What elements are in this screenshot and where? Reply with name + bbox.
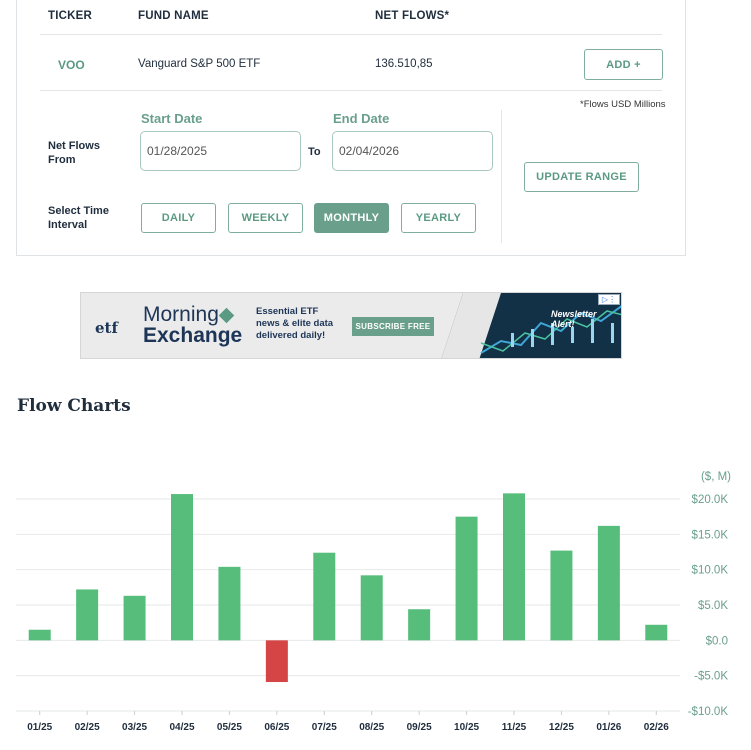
y-tick-label: $0.0 [706,635,728,647]
fund-name-cell: Vanguard S&P 500 ETF [138,58,261,70]
section-title: Flow Charts [17,396,131,416]
bar [218,566,241,641]
header-net-flows: NET FLOWS* [375,10,450,22]
net-flows-cell: 136.510,85 [375,58,433,70]
bar [171,494,193,641]
filter-divider [501,110,502,243]
header-fund-name: FUND NAME [138,10,209,22]
bar [76,589,99,641]
bar [455,516,478,641]
ad-etf-logo: etf [95,319,118,337]
x-tick-label: 07/25 [312,722,337,733]
start-date-input[interactable]: 01/28/2025 [140,131,301,171]
x-tick-label: 04/25 [169,722,194,733]
x-tick-label: 06/25 [264,722,289,733]
net-flows-from-label: Net Flows From [48,140,100,166]
x-tick-label: 09/25 [407,722,432,733]
x-tick-label: 11/25 [502,722,527,733]
x-tick-label: 01/26 [596,722,621,733]
bar [597,525,620,641]
bar [550,550,573,641]
ad-subscribe-button[interactable]: SUBSCRIBE FREE [352,317,434,336]
bar [313,552,336,641]
flow-chart: $20.0K $15.0K $10.0K $5.0K $0.0 -$5.0K -$10.0K… [16,471,731,733]
y-tick-label: $10.0K [692,565,729,577]
flows-footnote: *Flows USD Millions [580,99,666,110]
end-date-input[interactable]: 02/04/2026 [332,131,493,171]
header-divider [40,34,662,35]
end-date-label: End Date [333,111,390,126]
interval-monthly-button[interactable]: MONTHLY [314,203,389,233]
ad-banner[interactable]: etf Morning Exchange Essential ETF news … [80,292,622,359]
x-tick-label: 12/25 [549,722,574,733]
bar [408,609,431,641]
select-interval-label: Select Time Interval [48,205,109,231]
bar [503,493,525,641]
x-tick-label: 02/26 [644,722,669,733]
start-date-label: Start Date [141,111,203,126]
ad-tagline-2: news & elite data [256,318,334,329]
to-label: To [308,146,321,158]
ad-tagline-3: delivered daily! [256,330,326,341]
y-tick-label: $15.0K [692,529,729,541]
x-tick-label: 02/25 [75,722,100,733]
bar [645,624,668,641]
x-tick-label: 10/25 [454,722,479,733]
ad-choices-icon[interactable]: ▷⋮ [598,294,620,305]
ad-tagline: Essential ETF news & elite data delivere… [256,306,333,342]
bar [360,575,383,641]
unit-label: ($, M) [701,471,731,483]
x-tick-label: 01/25 [27,722,52,733]
ad-brand-line2: Exchange [143,324,243,347]
interval-weekly-button[interactable]: WEEKLY [228,203,303,233]
y-tick-label: -$10.0K [688,706,729,718]
y-tick-label: $5.0K [698,600,728,612]
add-button[interactable]: ADD + [584,49,663,80]
bar [28,629,51,641]
update-range-button[interactable]: UPDATE RANGE [524,162,639,192]
interval-daily-button[interactable]: DAILY [141,203,216,233]
ad-newsletter-alert: Newsletter Alert! [551,309,597,329]
x-tick-label: 05/25 [217,722,242,733]
header-ticker: TICKER [48,10,93,22]
bar [265,640,288,683]
x-tick-label: 08/25 [359,722,384,733]
row-divider [40,90,662,91]
interval-yearly-button[interactable]: YEARLY [401,203,476,233]
y-tick-label: $20.0K [692,494,729,506]
y-tick-label: -$5.0K [694,671,728,683]
diamond-icon [218,307,235,324]
bar [123,595,146,641]
ad-tagline-1: Essential ETF [256,306,319,317]
ticker-link[interactable]: VOO [58,58,85,72]
x-tick-label: 03/25 [122,722,147,733]
